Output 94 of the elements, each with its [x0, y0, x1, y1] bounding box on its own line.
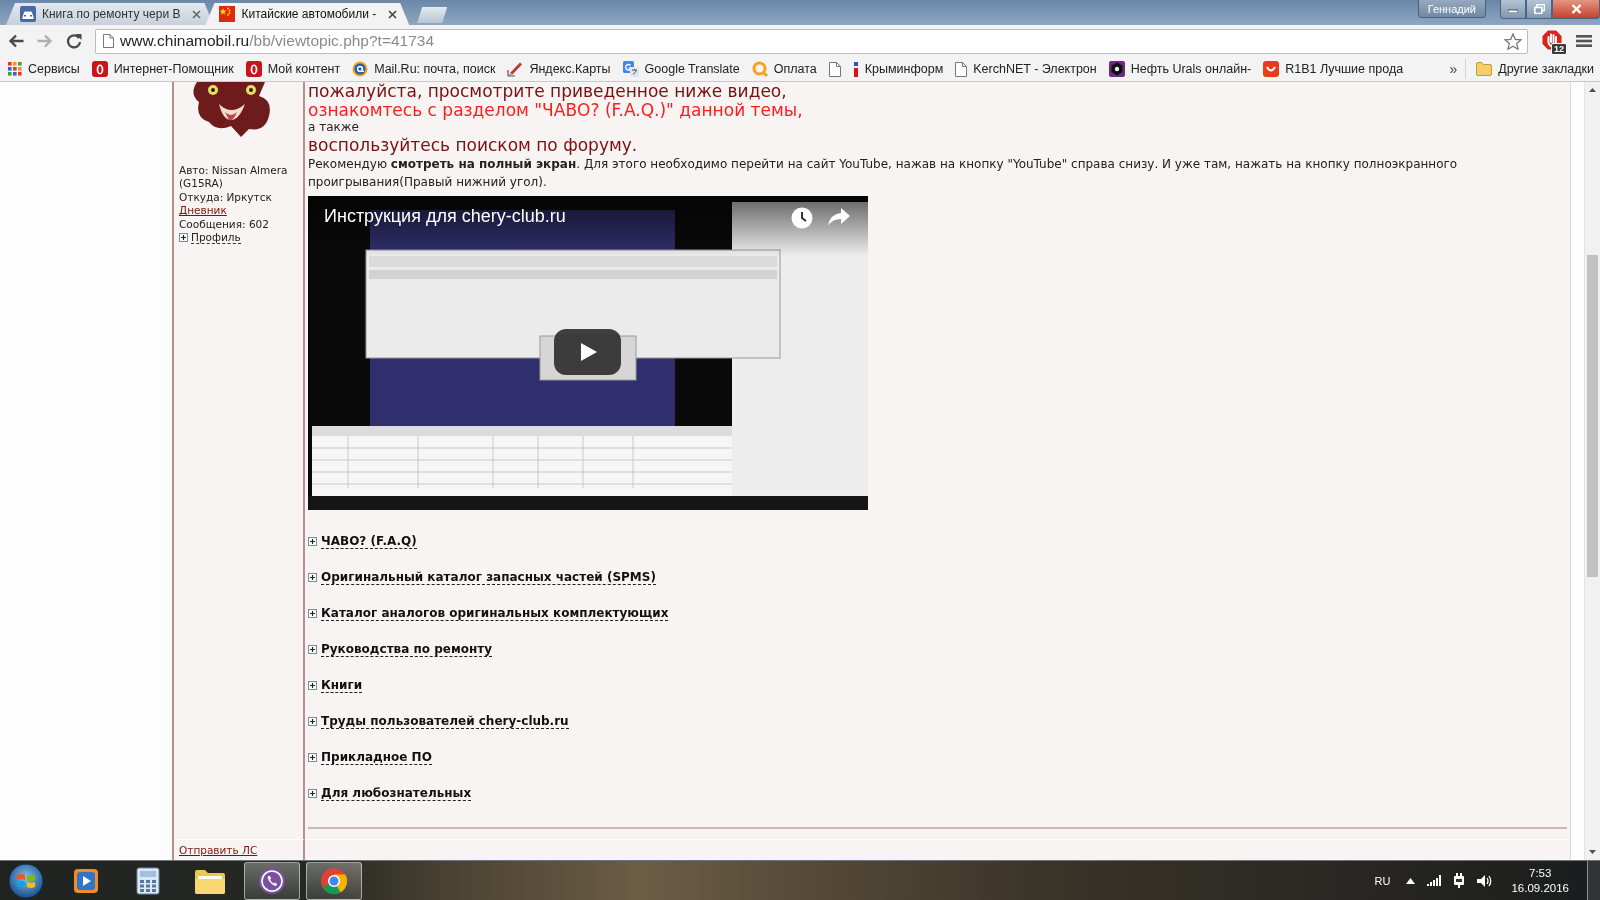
show-desktop-button[interactable]	[1587, 861, 1600, 900]
reload-icon[interactable]	[66, 33, 82, 49]
spoiler-link[interactable]: Книги	[321, 677, 363, 693]
video-title[interactable]: Инструкция для chery-club.ru	[324, 204, 566, 228]
phone-bubble-icon	[258, 866, 286, 895]
spoiler-link[interactable]: Каталог аналогов оригинальных комплектующих	[321, 605, 669, 621]
share-arrow-icon[interactable]	[828, 208, 850, 226]
bookmark-item[interactable]: Оплата	[745, 58, 823, 80]
plus-box-icon[interactable]	[179, 233, 188, 243]
plus-box-icon[interactable]	[308, 752, 317, 762]
bookmark-item[interactable]: Mail.Ru: почта, поиск	[346, 58, 502, 80]
hexagon-icon	[1108, 61, 1125, 77]
restore-icon	[1533, 4, 1545, 14]
plus-box-icon[interactable]	[308, 572, 317, 582]
heading-text: пожалуйста, просмотрите приведенное ниже видео,	[308, 82, 787, 101]
close-icon	[1570, 4, 1582, 14]
spoiler-link[interactable]: Оригинальный каталог запасных частей (SPMS)	[321, 569, 656, 585]
car-icon	[20, 6, 36, 22]
recommendation-text: Рекомендую смотреть на полный экран. Для этого необходимо перейти на сайт YouTube, нажав на кнопку "YouTube" справа снизу. И уже там, нажать на кнопку полноэкранного проигрывания(Правый нижний угол).	[308, 156, 1459, 191]
menu-icon[interactable]	[1576, 34, 1592, 48]
close-window-button[interactable]	[1552, 0, 1600, 19]
apps-grid-icon	[8, 62, 22, 76]
scrollbar-thumb[interactable]	[1587, 255, 1598, 577]
page-icon	[828, 61, 841, 77]
bookmark-item[interactable]: Google Translate	[616, 58, 746, 80]
plus-box-icon[interactable]	[308, 788, 317, 798]
address-field[interactable]: www.chinamobil.ru/bb/viewtopic.php?t=41734	[95, 28, 1528, 54]
minimize-button[interactable]	[1500, 0, 1526, 19]
volume-icon[interactable]	[1477, 873, 1494, 888]
info-mark-icon	[852, 61, 859, 77]
plus-box-icon[interactable]	[308, 644, 317, 654]
page-icon	[955, 61, 968, 77]
profile-toggle[interactable]: Профиль	[191, 231, 241, 245]
maximize-button[interactable]	[1526, 0, 1552, 19]
bookmark-item[interactable]: Интернет-Помощник	[85, 58, 240, 80]
oval-logo-icon	[245, 61, 262, 77]
badge-count: 12	[1551, 43, 1567, 55]
bookmark-item[interactable]: KerchNET - Электрон	[949, 58, 1103, 80]
plus-box-icon[interactable]	[308, 536, 317, 546]
send-message-link[interactable]: Отправить ЛС	[179, 844, 258, 856]
bookmark-item[interactable]: Мой контент	[239, 58, 347, 80]
notice-text: ознакомтесь с разделом "ЧАВО? (F.A.Q.)" данной темы,	[308, 101, 803, 120]
new-tab-button[interactable]	[417, 7, 448, 23]
tray-expand-icon[interactable]	[1406, 877, 1416, 884]
scrollbar[interactable]	[1584, 82, 1600, 860]
smile-tile-icon	[1263, 61, 1280, 77]
bookmark-item[interactable]: Яндекс.Карты	[501, 58, 617, 80]
bookmarks-overflow-button[interactable]: »	[1441, 61, 1466, 77]
bookmark-item[interactable]: Нефть Urals онлайн-	[1102, 58, 1258, 80]
language-indicator[interactable]: RU	[1370, 874, 1395, 887]
close-icon[interactable]	[388, 9, 398, 19]
spoiler-link[interactable]: Руководства по ремонту	[321, 641, 493, 657]
browser-tab[interactable]: Китайские автомобили -	[205, 3, 410, 25]
taskbar-app-button[interactable]	[306, 861, 362, 900]
clock-button[interactable]: 7:53 16.09.2016	[1505, 865, 1575, 896]
heading-text: воспользуйтесь поиском по форуму.	[308, 134, 638, 156]
spoiler-link[interactable]: ЧАВО? (F.A.Q)	[321, 533, 417, 549]
other-bookmarks-folder[interactable]: Другие закладки	[1465, 59, 1596, 79]
bookmark-item[interactable]: Сервисы	[2, 58, 86, 80]
page-icon	[103, 34, 114, 48]
video-player[interactable]: Инструкция для chery-club.ru	[308, 196, 868, 510]
extension-button[interactable]: 12	[1542, 30, 1564, 52]
spoiler-link[interactable]: Труды пользователей chery-club.ru	[321, 713, 569, 729]
plus-box-icon[interactable]	[308, 680, 317, 690]
power-plug-icon[interactable]	[1453, 873, 1466, 888]
pen-icon	[507, 61, 524, 77]
spoiler-link[interactable]: Прикладное ПО	[321, 749, 432, 765]
play-icon[interactable]	[554, 329, 621, 375]
folder-icon	[1476, 62, 1493, 76]
windows-orb-icon	[8, 862, 44, 899]
plus-box-icon[interactable]	[308, 716, 317, 726]
translate-icon	[622, 61, 639, 77]
bookmark-item[interactable]: Крыминформ	[846, 58, 950, 80]
taskbar-app-button[interactable]	[244, 861, 300, 900]
browser-icon	[320, 866, 348, 895]
calculator-icon	[136, 866, 160, 895]
signal-bars-icon[interactable]	[1427, 875, 1442, 886]
spoiler-link[interactable]: Для любознательных	[321, 785, 472, 801]
clock-icon[interactable]	[791, 207, 813, 229]
author-car: Авто: Nissan Almera (G15RA)	[179, 164, 289, 191]
oval-logo-icon	[91, 61, 108, 77]
close-icon[interactable]	[192, 9, 202, 19]
media-player-icon	[72, 866, 100, 895]
plus-box-icon[interactable]	[308, 608, 317, 618]
flag-icon	[219, 6, 236, 22]
star-icon[interactable]	[1504, 32, 1522, 50]
ring-icon	[751, 61, 768, 77]
at-sign-icon	[352, 61, 369, 77]
diary-link[interactable]: Дневник	[179, 204, 227, 218]
post-count: Сообщения: 602	[179, 217, 269, 232]
bookmark-item[interactable]: R1B1 Лучшие прода	[1257, 58, 1410, 80]
note-text: а также	[308, 120, 359, 134]
author-location: Откуда: Иркутск	[179, 190, 272, 205]
back-arrow-icon[interactable]	[8, 34, 24, 48]
